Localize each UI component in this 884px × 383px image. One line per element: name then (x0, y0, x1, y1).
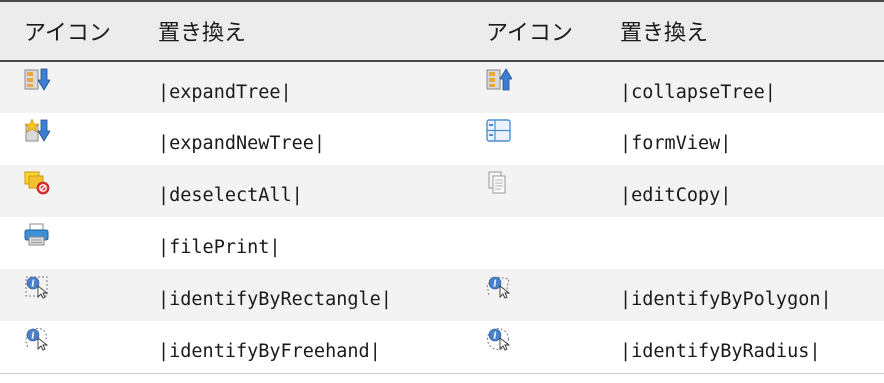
svg-text:i: i (493, 280, 497, 290)
icon-substitution-table: アイコン 置き換え アイコン 置き換え |expandTree| |collap… (0, 0, 884, 374)
table-row: |expandTree| |collapseTree| (0, 61, 884, 113)
table-row: |filePrint| (0, 217, 884, 269)
table-row: |deselectAll| |editCopy| (0, 165, 884, 217)
expand-new-tree-icon (24, 119, 50, 142)
substitution-text: |filePrint| (148, 217, 462, 269)
file-print-icon (24, 223, 49, 246)
identify-by-polygon-icon: i (486, 276, 511, 299)
expand-tree-icon (24, 68, 50, 91)
identify-by-radius-icon: i (487, 328, 511, 351)
substitution-text-empty (610, 217, 884, 269)
substitution-text: |collapseTree| (610, 61, 884, 113)
identify-by-freehand-icon: i (25, 328, 49, 351)
identify-by-rectangle-icon: i (25, 276, 49, 299)
header-icon-1: アイコン (0, 0, 148, 62)
substitution-text: |expandNewTree| (148, 113, 462, 165)
table-row: i |identifyByFreehand| i |identifyByRadi… (0, 321, 884, 374)
deselect-all-icon (24, 171, 50, 195)
substitution-text: |identifyByRadius| (610, 321, 884, 374)
substitution-text: |expandTree| (148, 61, 462, 113)
header-icon-2: アイコン (462, 0, 610, 62)
substitution-text: |identifyByFreehand| (148, 321, 462, 374)
table-row: |expandNewTree| |formView| (0, 113, 884, 165)
svg-text:i: i (493, 332, 497, 342)
edit-copy-icon (488, 171, 506, 194)
substitution-text: |identifyByRectangle| (148, 269, 462, 321)
svg-text:i: i (31, 332, 35, 342)
header-substitution-2: 置き換え (610, 0, 884, 62)
substitution-text: |identifyByPolygon| (610, 269, 884, 321)
svg-text:i: i (31, 280, 35, 290)
collapse-tree-icon (486, 68, 512, 91)
header-substitution-1: 置き換え (148, 0, 462, 62)
form-view-icon (486, 119, 511, 142)
table-row: i |identifyByRectangle| i |identifyByPol… (0, 269, 884, 321)
table-header-row: アイコン 置き換え アイコン 置き換え (0, 0, 884, 62)
substitution-text: |deselectAll| (148, 165, 462, 217)
substitution-text: |editCopy| (610, 165, 884, 217)
substitution-text: |formView| (610, 113, 884, 165)
